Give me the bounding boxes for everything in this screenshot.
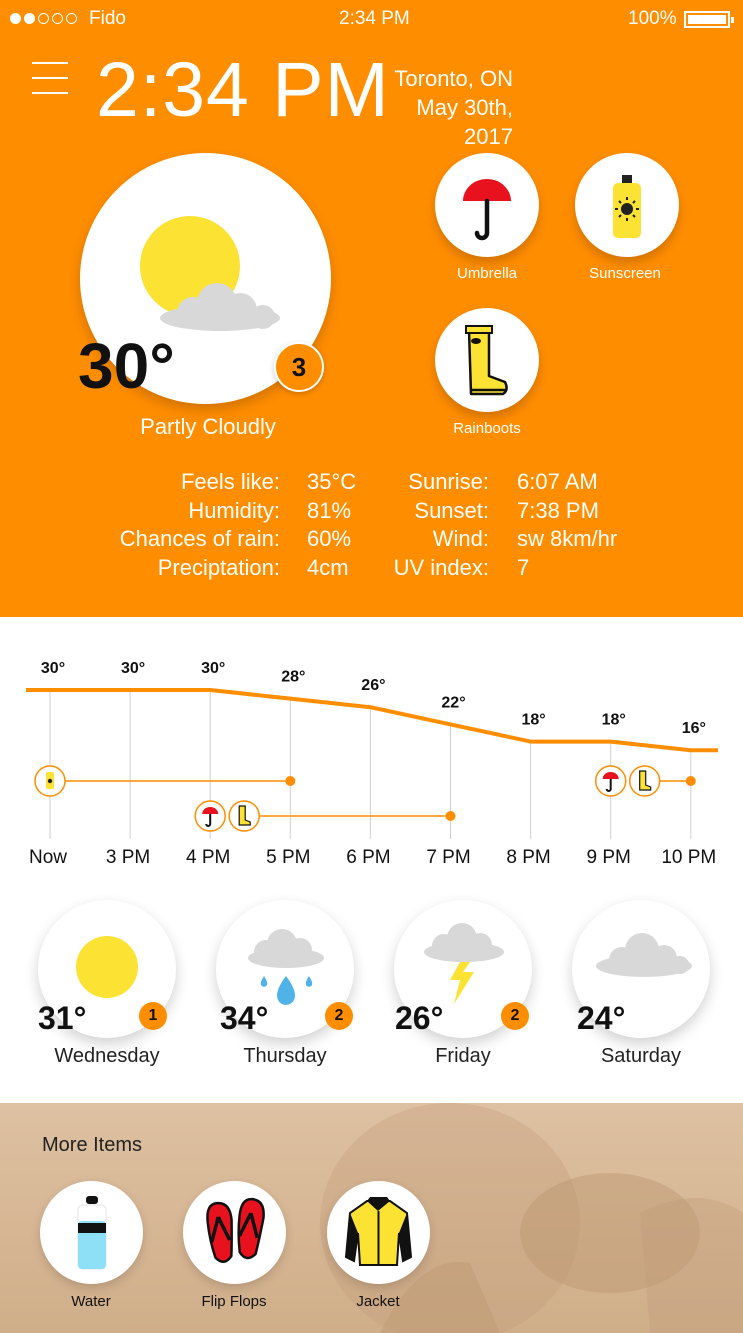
wind-label: Wind: <box>432 526 489 551</box>
more-items-title: More Items <box>42 1134 143 1156</box>
battery-percent: 100% <box>628 8 677 29</box>
hourly-forecast-chart: 30° 30° 30° 28° 26° 22° 18° 18° 16° Now 3 PM 4 PM 5 … <box>0 617 743 867</box>
water-bottle-icon <box>77 1196 107 1270</box>
day-temp: 31° <box>38 1000 87 1036</box>
water-item[interactable] <box>40 1181 143 1284</box>
umbrella-item[interactable] <box>435 153 539 257</box>
date: May 30th, 2017 <box>416 95 513 149</box>
item-range-end <box>445 811 456 821</box>
day-temp: 24° <box>577 1000 626 1036</box>
condition-text: Partly Cloudly <box>140 414 276 439</box>
precipitation-label: Preciptation: <box>157 555 280 580</box>
hour-temp-label: 18° <box>521 712 545 729</box>
hour-temp-label: 22° <box>441 694 465 711</box>
rainboots-icon <box>465 325 508 396</box>
umbrella-label: Umbrella <box>456 265 517 282</box>
city: Toronto, ON <box>394 66 513 91</box>
uv-index-value: 7 <box>517 555 530 580</box>
sunset-label: Sunset: <box>414 498 489 523</box>
sunrise-value: 6:07 AM <box>517 469 598 494</box>
sunset-value: 7:38 PM <box>517 498 599 523</box>
umbrella-icon <box>463 179 511 241</box>
sunscreen-label: Sunscreen <box>589 265 661 282</box>
sunscreen-sun <box>47 778 53 784</box>
hour-tick-label: 8 PM <box>506 847 550 867</box>
current-temperature: 30° <box>78 330 175 402</box>
hour-tick-label: Now <box>29 847 67 867</box>
hour-tick-label: 6 PM <box>346 847 390 867</box>
hour-tick-label: 9 PM <box>587 847 631 867</box>
jacket-item[interactable] <box>327 1181 430 1284</box>
battery-icon <box>684 11 734 28</box>
hour-temp-label: 16° <box>682 720 706 737</box>
status-time: 2:34 PM <box>339 8 410 29</box>
day-items-badge[interactable]: 1 <box>139 1002 167 1030</box>
menu-icon[interactable] <box>32 60 68 94</box>
current-time: 2:34 PM <box>96 47 390 133</box>
rain-chance-label: Chances of rain: <box>119 526 280 551</box>
rainboots-label: Rainboots <box>453 420 521 437</box>
day-temp: 34° <box>220 1000 269 1036</box>
hour-temp-label: 30° <box>41 660 65 677</box>
hour-temp-label: 30° <box>121 660 145 677</box>
hour-tick-label: 7 PM <box>426 847 470 867</box>
feels-like-label: Feels like: <box>180 469 280 494</box>
hour-tick-label: 5 PM <box>266 847 310 867</box>
hour-tick-label: 4 PM <box>186 847 230 867</box>
item-range-end <box>685 776 696 786</box>
flip-flops-icon <box>206 1197 265 1263</box>
hour-temp-label: 28° <box>281 669 305 686</box>
rainboots-item[interactable] <box>435 308 539 412</box>
wind-value: sw 8km/hr <box>517 526 618 551</box>
sunscreen-item[interactable] <box>575 153 679 257</box>
day-name: Thursday <box>243 1045 327 1067</box>
day-temp: 26° <box>395 1000 444 1036</box>
status-bar: Fido 2:34 PM 100% <box>0 0 743 40</box>
day-name: Saturday <box>600 1045 682 1067</box>
flip-flops-item[interactable] <box>183 1181 286 1284</box>
items-count-badge[interactable]: 3 <box>274 342 324 392</box>
carrier-name: Fido <box>89 8 126 29</box>
signal-strength-icon <box>10 13 77 24</box>
sunscreen-icon <box>613 175 641 238</box>
jacket-label: Jacket <box>356 1293 400 1310</box>
hour-temp-label: 18° <box>602 712 626 729</box>
water-label: Water <box>71 1293 111 1310</box>
day-items-badge[interactable]: 2 <box>325 1002 353 1030</box>
day-name: Friday <box>435 1045 491 1067</box>
hour-temp-label: 26° <box>361 677 385 694</box>
uv-index-label: UV index: <box>393 555 489 580</box>
hour-tick-label: 3 PM <box>106 847 150 867</box>
jacket-icon <box>344 1197 413 1266</box>
location-block: Toronto, ON May 30th, 2017 <box>370 64 513 151</box>
item-range-end <box>285 776 296 786</box>
humidity-label: Humidity: <box>188 498 280 523</box>
sunrise-label: Sunrise: <box>408 469 489 494</box>
hourly-chart-svg: 30° 30° 30° 28° 26° 22° 18° 18° 16° Now 3 PM 4 PM 5 … <box>26 660 718 867</box>
flip-flops-label: Flip Flops <box>201 1293 267 1310</box>
day-name: Wednesday <box>54 1045 160 1067</box>
hour-tick-label: 10 PM <box>661 847 716 867</box>
day-items-badge[interactable]: 2 <box>501 1002 529 1030</box>
hour-temp-label: 30° <box>201 660 225 677</box>
more-items-panel: More Items Water Flip Flops Jacket <box>0 1103 743 1333</box>
current-weather-panel: Fido 2:34 PM 100% 2:34 PM Toronto, ON Ma… <box>0 0 743 617</box>
